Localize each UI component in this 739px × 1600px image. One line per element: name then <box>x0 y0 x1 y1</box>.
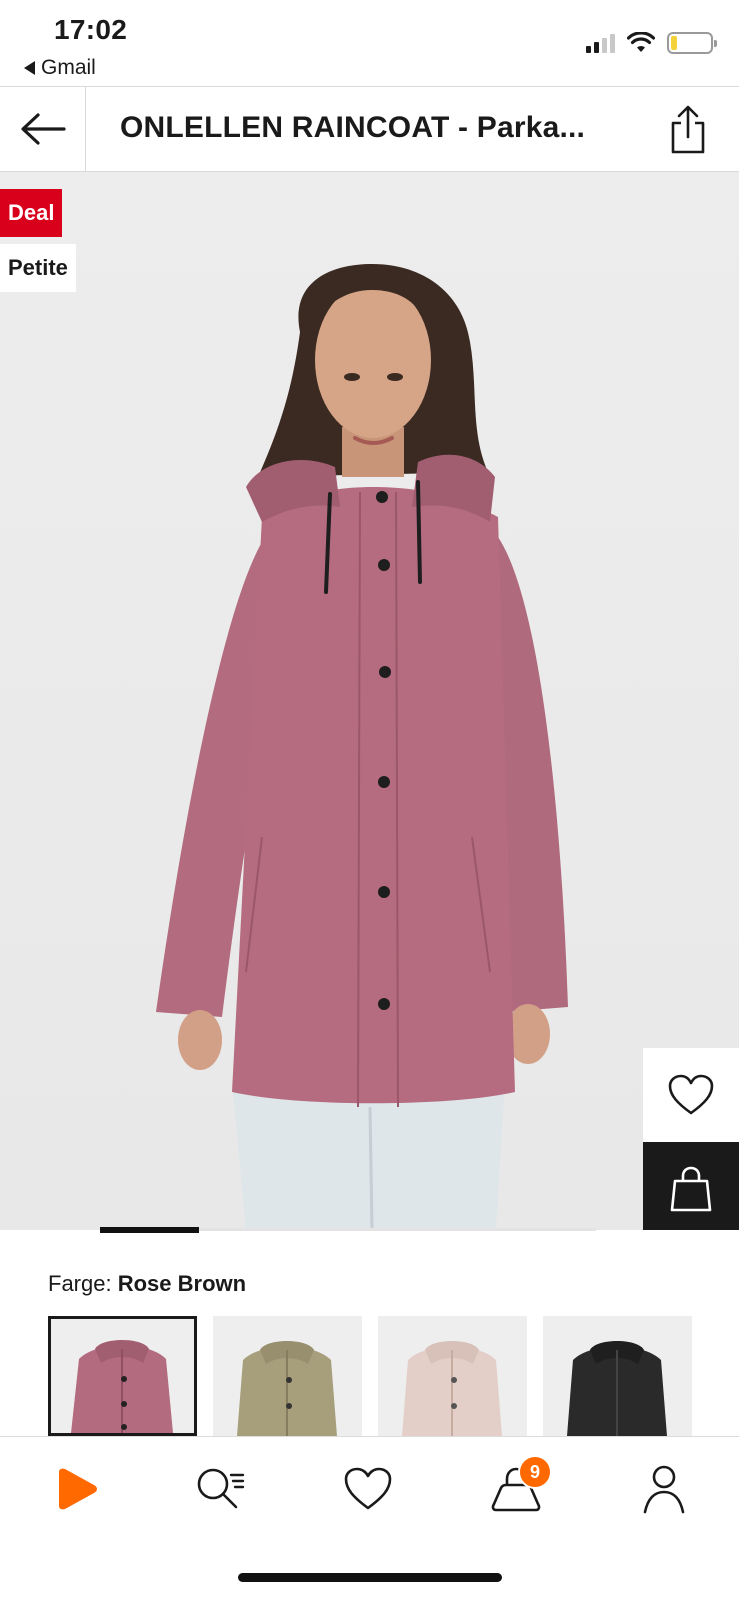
product-photo <box>156 264 568 1230</box>
swatch-coat-image <box>402 1341 502 1436</box>
share-icon <box>671 105 705 154</box>
swatch-coat-image <box>71 1340 173 1433</box>
share-button[interactable] <box>663 103 713 157</box>
back-app-label: Gmail <box>41 56 96 79</box>
nav-cart[interactable]: 9 <box>486 1455 552 1519</box>
user-icon <box>643 1465 685 1514</box>
colour-swatch-pale-pink[interactable] <box>378 1316 527 1436</box>
page-title: ONLELLEN RAINCOAT - Parka... <box>120 111 586 144</box>
status-time: 17:02 <box>54 14 128 45</box>
heart-icon <box>344 1467 392 1510</box>
nav-search[interactable] <box>190 1459 250 1519</box>
status-bar: 17:02 Gmail <box>0 0 739 86</box>
cart-count-badge: 9 <box>518 1455 552 1489</box>
search-icon <box>197 1468 245 1509</box>
product-image-carousel[interactable]: Deal Petite <box>0 172 739 1230</box>
colour-label-key: Farge: <box>48 1271 112 1296</box>
deal-badge: Deal <box>0 189 63 237</box>
wifi-icon <box>627 32 655 52</box>
swatch-coat-image <box>567 1341 667 1436</box>
heart-icon <box>668 1074 714 1115</box>
shopping-bag-icon <box>670 1166 712 1212</box>
colour-swatch-black[interactable] <box>543 1316 692 1436</box>
colour-label-value: Rose Brown <box>117 1271 247 1296</box>
colour-swatch-olive[interactable] <box>213 1316 362 1436</box>
nav-home[interactable] <box>46 1459 106 1519</box>
signal-icon <box>586 33 615 53</box>
nav-wishlist[interactable] <box>338 1459 398 1519</box>
add-to-wishlist-button[interactable] <box>643 1048 739 1142</box>
back-button[interactable] <box>0 87 86 171</box>
carousel-progress-indicator <box>100 1227 199 1233</box>
petite-badge: Petite <box>0 244 76 292</box>
nav-account[interactable] <box>634 1459 694 1519</box>
colour-swatches <box>48 1316 692 1436</box>
colour-swatch-rose-brown[interactable] <box>48 1316 197 1436</box>
home-logo-icon <box>59 1468 97 1510</box>
add-to-bag-button[interactable] <box>643 1142 739 1230</box>
swatch-coat-image <box>237 1341 337 1436</box>
status-icons <box>586 32 717 54</box>
arrow-left-icon <box>20 113 66 145</box>
back-triangle-icon <box>24 61 35 75</box>
back-to-app-link[interactable]: Gmail <box>24 56 96 80</box>
battery-icon <box>667 32 717 54</box>
product-header: ONLELLEN RAINCOAT - Parka... <box>0 86 739 172</box>
home-indicator[interactable] <box>238 1573 502 1582</box>
colour-label: Farge: Rose Brown <box>48 1271 246 1297</box>
